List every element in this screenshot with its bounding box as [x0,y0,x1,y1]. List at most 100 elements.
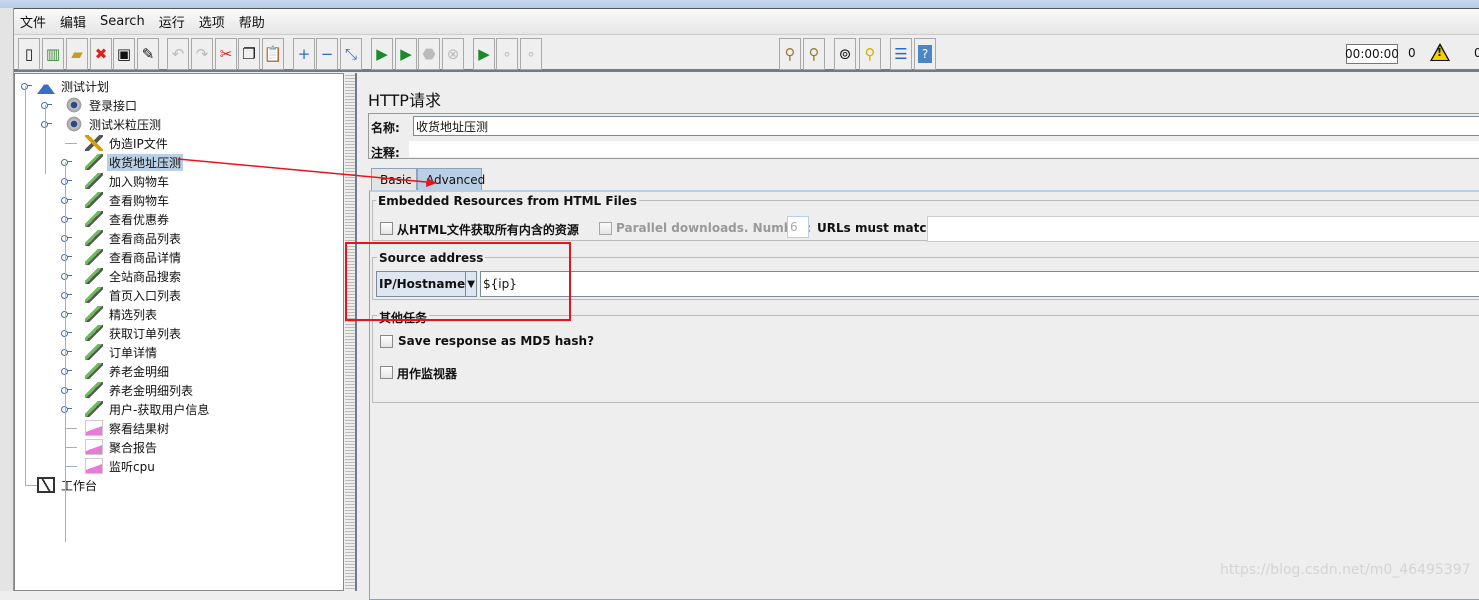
redo-button[interactable]: ↷ [191,38,213,70]
remote-start-button[interactable]: ▶ [473,38,495,70]
parallel-downloads-checkbox[interactable] [599,222,612,235]
tree-node[interactable]: 全站商品搜索 [85,267,183,285]
tree-node[interactable]: 加入购物车 [85,172,171,190]
tree-node-label: 加入购物车 [109,174,170,189]
new-icon: ▯ [24,45,34,63]
split-pane-divider[interactable] [345,73,355,591]
tree-node[interactable]: 伪造IP文件 [85,134,170,152]
menu-help[interactable]: 帮助 [239,12,265,31]
collapse-button[interactable]: − [316,38,338,70]
close-button[interactable]: ✖ [90,38,112,70]
tree-node-label: 精选列表 [109,307,158,322]
clear-all-button[interactable]: ⚲ [803,38,825,70]
tree-node[interactable]: 养老金明细 [85,362,171,380]
copy-button[interactable]: ❐ [238,38,260,70]
tree-node[interactable]: 聚合报告 [85,438,159,456]
menu-file[interactable]: 文件 [20,12,46,31]
pipette-icon [85,154,103,170]
redo-icon: ↷ [195,45,209,63]
toggle-icon: ⤡ [344,45,357,63]
function-helper-button[interactable]: ☰ [890,38,912,70]
tree-connector [25,485,37,486]
source-address-input[interactable]: ${ip} [480,271,1479,297]
tree-node[interactable]: 查看商品列表 [85,229,183,247]
tree-node[interactable]: 查看优惠券 [85,210,171,228]
remote-shutdown-button[interactable]: ∘ [520,38,542,70]
save-button[interactable]: ▣ [113,38,135,70]
warning-icon[interactable] [1430,43,1450,61]
tree-connector [65,143,77,144]
tree-node[interactable]: 登录接口 [65,96,139,114]
tree-node[interactable]: 测试计划 [37,77,111,95]
menu-search[interactable]: Search [100,14,145,29]
menu-options[interactable]: 选项 [199,12,225,31]
tree-node-label: 伪造IP文件 [109,136,168,151]
start-button[interactable]: ▶ [371,38,393,70]
tree-node[interactable]: 察看结果树 [85,419,171,437]
open-button[interactable]: ▰ [66,38,88,70]
tree-node[interactable]: 测试米粒压测 [65,115,163,133]
tab-basic[interactable]: Basic [371,168,417,190]
save-icon: ▣ [116,45,132,63]
tree-node[interactable]: 养老金明细列表 [85,381,195,399]
search-binoculars-button[interactable]: ⊚ [834,38,856,70]
remote-stop-button[interactable]: ∘ [496,38,518,70]
retrieve-embedded-label: 从HTML文件获取所有内含的资源 [397,223,579,237]
tree-node[interactable]: 精选列表 [85,305,159,323]
tab-advanced[interactable]: Advanced [417,168,485,190]
http-request-panel: HTTP请求 名称: 收货地址压测 注释: Basic Advanced Emb… [355,73,1479,600]
shutdown-icon: ⊗ [446,45,460,63]
tree-node[interactable]: 查看商品详情 [85,248,183,266]
templates-icon: ▥ [45,45,61,63]
tree-connector [25,86,26,486]
page-title: HTTP请求 [368,91,441,110]
save-as-button[interactable]: ✎ [137,38,159,70]
tree-node[interactable]: 查看购物车 [85,191,171,209]
expand-button[interactable]: + [293,38,315,70]
tree-node-label: 养老金明细列表 [109,383,194,398]
start-no-pause-icon: ▶ [400,45,412,63]
shutdown-button[interactable]: ⊗ [442,38,464,70]
clear-button[interactable]: ⚲ [779,38,801,70]
close-icon: ✖ [94,45,108,63]
tree-node[interactable]: 用户-获取用户信息 [85,400,211,418]
comment-input[interactable] [409,141,1479,157]
new-button[interactable]: ▯ [18,38,40,70]
tree-connector [65,428,77,429]
tree-node[interactable]: 订单详情 [85,343,159,361]
tree-node-label: 察看结果树 [109,421,170,436]
urls-must-match-input[interactable] [927,216,1479,242]
name-input[interactable]: 收货地址压测 [413,116,1479,136]
use-as-monitor-checkbox[interactable] [380,366,393,379]
undo-button[interactable]: ↶ [167,38,189,70]
cut-icon: ✂ [219,45,233,63]
reset-search-broom-button[interactable]: ⚲ [859,38,881,70]
pipette-icon [85,192,103,208]
paste-icon: 📋 [263,45,283,63]
tree-node[interactable]: 监听cpu [85,457,157,475]
active-threads-count: 0 [1474,46,1479,60]
use-as-monitor-label: 用作监视器 [397,367,458,381]
tree-node[interactable]: 收货地址压测 [85,153,184,171]
paste-button[interactable]: 📋 [262,38,284,70]
stop-icon: ⬣ [422,45,436,63]
tree-node[interactable]: 首页入口列表 [85,286,183,304]
pipette-icon [85,173,103,189]
parallel-number-input[interactable]: 6 [787,216,809,238]
tree-node[interactable]: 工作台 [37,476,99,494]
tree-node[interactable]: 获取订单列表 [85,324,183,342]
tree-node-label: 全站商品搜索 [109,269,182,284]
menu-run[interactable]: 运行 [159,12,185,31]
stop-button[interactable]: ⬣ [418,38,440,70]
tree-connector [65,447,77,448]
tree-node-label: 用户-获取用户信息 [109,402,210,417]
toggle-button[interactable]: ⤡ [340,38,362,70]
cut-button[interactable]: ✂ [215,38,237,70]
templates-button[interactable]: ▥ [42,38,64,70]
retrieve-embedded-checkbox[interactable] [380,222,393,235]
help-button[interactable]: ? [914,38,936,70]
start-no-pause-button[interactable]: ▶ [395,38,417,70]
md5-hash-checkbox[interactable] [380,335,393,348]
menu-edit[interactable]: 编辑 [60,12,86,31]
pipette-icon [85,287,103,303]
